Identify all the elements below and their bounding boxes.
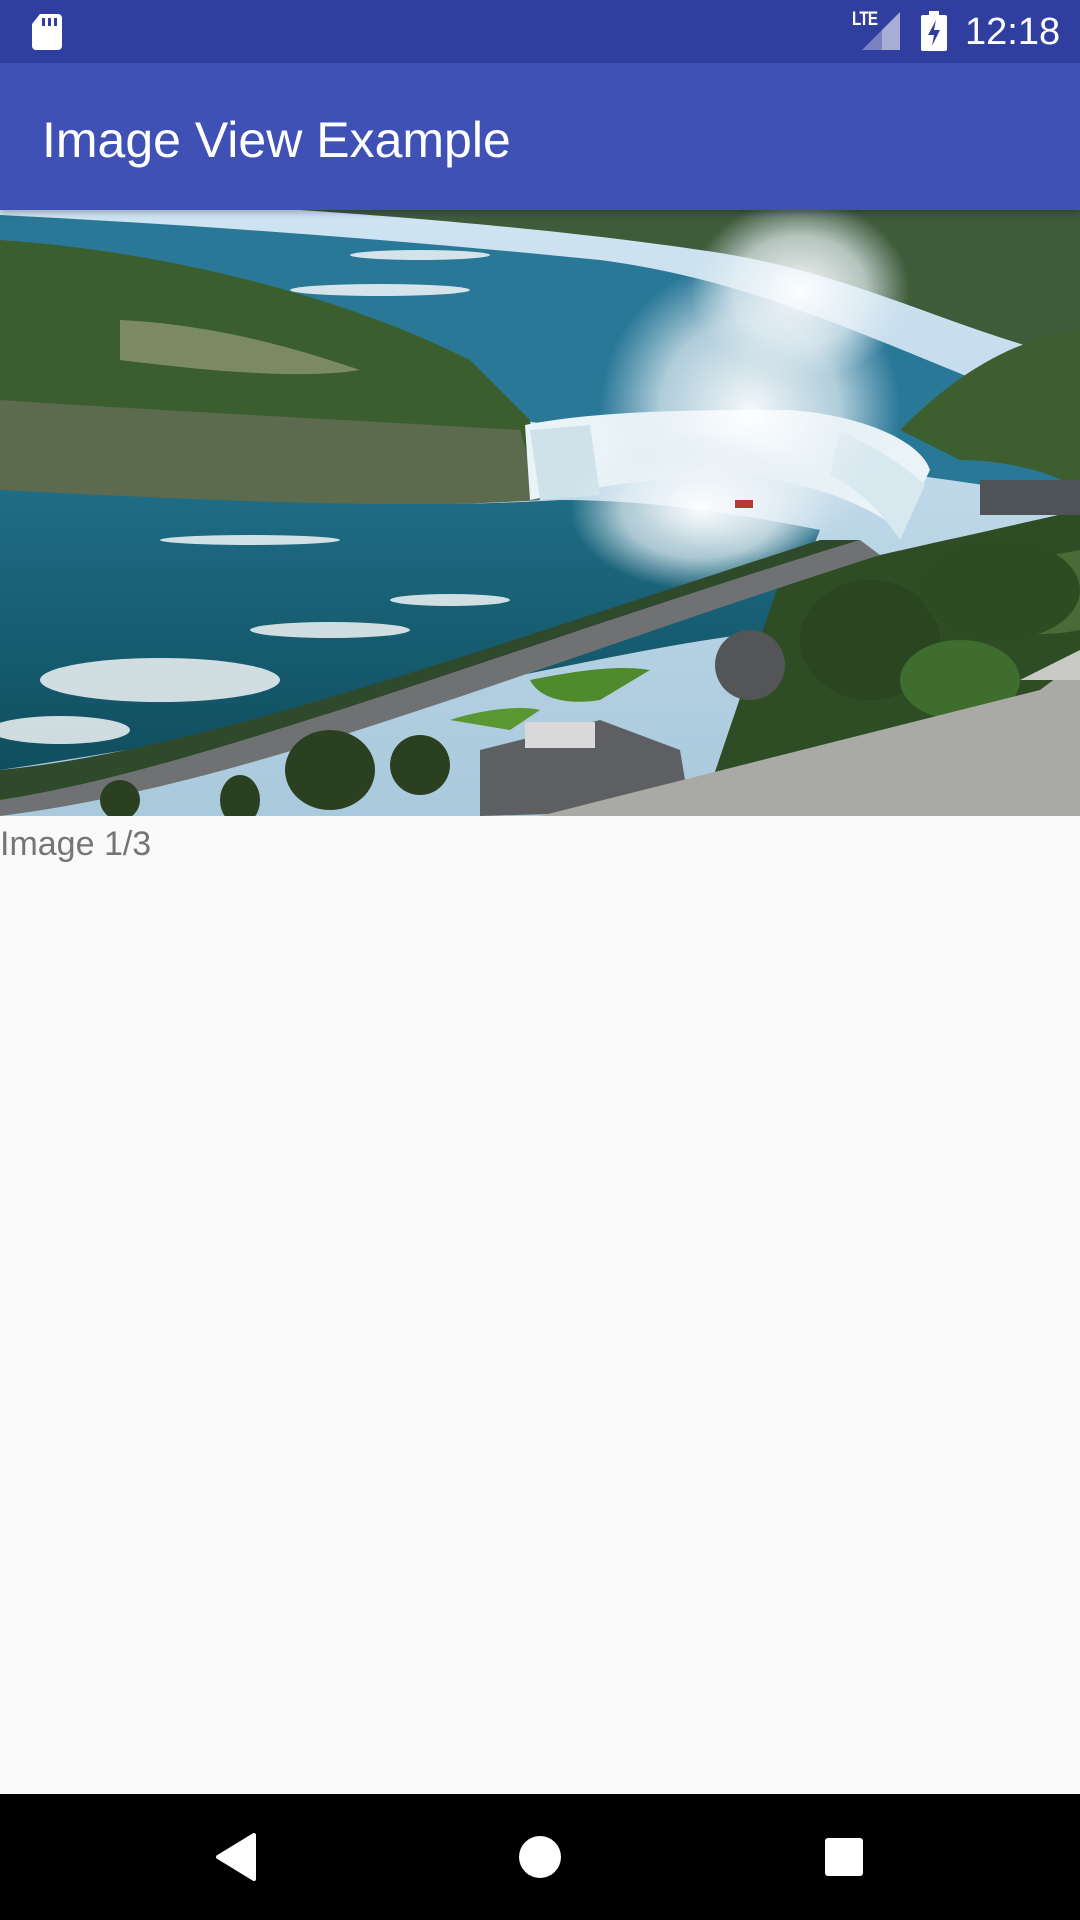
sd-card-icon [32,14,62,50]
navigation-bar [0,1794,1080,1920]
home-icon [519,1836,561,1878]
home-button[interactable] [504,1821,576,1893]
back-icon [216,1833,256,1881]
status-bar: LTE 12:18 [0,0,1080,63]
signal-icon [862,12,900,50]
recents-button[interactable] [808,1821,880,1893]
image-view[interactable] [0,210,1080,816]
back-button[interactable] [200,1821,272,1893]
battery-charging-icon [921,11,947,51]
app-bar: Image View Example [0,63,1080,210]
page-title: Image View Example [42,112,511,168]
waterfall-photo [0,210,1080,816]
image-counter: Image 1/3 [0,825,152,863]
clock: 12:18 [965,11,1061,53]
recents-icon [825,1838,863,1876]
